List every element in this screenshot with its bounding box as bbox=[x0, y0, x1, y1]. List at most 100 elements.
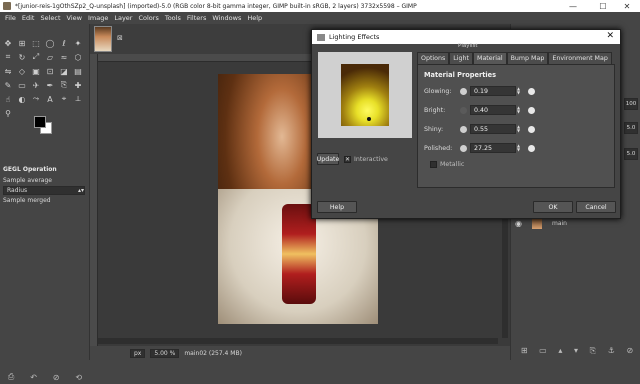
light-source-handle[interactable] bbox=[367, 117, 371, 121]
duplicate-layer-icon[interactable]: ⎘ bbox=[590, 346, 596, 358]
polished-input[interactable]: 27.25 bbox=[470, 143, 516, 153]
shiny-spin-arrows[interactable]: ▲ ▼ bbox=[517, 124, 524, 134]
airbrush-icon[interactable]: ✈ bbox=[31, 80, 41, 90]
gradient-tool-icon[interactable]: ▤ bbox=[73, 66, 83, 76]
foreground-color[interactable] bbox=[34, 116, 46, 128]
ellipse-select-icon[interactable]: ◯ bbox=[45, 38, 55, 48]
shiny-input[interactable]: 0.55 bbox=[470, 124, 516, 134]
smudge-tool-icon[interactable]: ☝ bbox=[3, 94, 13, 104]
perspective-tool-icon[interactable]: ◇ bbox=[17, 66, 27, 76]
sample-merged-row[interactable]: Sample merged bbox=[0, 195, 90, 206]
menu-tools[interactable]: Tools bbox=[162, 14, 184, 22]
dock-value-1[interactable]: 100 bbox=[624, 98, 638, 110]
menu-colors[interactable]: Colors bbox=[135, 14, 161, 22]
dodge-burn-icon[interactable]: ◐ bbox=[17, 94, 27, 104]
tool-options: GEGL Operation Sample average Radius ▴▾ S… bbox=[0, 164, 90, 206]
unit-selector[interactable]: px bbox=[130, 348, 146, 358]
horizontal-scrollbar[interactable] bbox=[98, 338, 498, 344]
menu-help[interactable]: Help bbox=[244, 14, 265, 22]
eraser-icon[interactable]: ▭ bbox=[17, 80, 27, 90]
floating-label: Playlist bbox=[458, 43, 478, 49]
bright-high-icon bbox=[528, 106, 535, 114]
close-image-tab-icon[interactable]: ⊠ bbox=[117, 34, 123, 42]
metallic-check-box[interactable] bbox=[430, 161, 437, 168]
image-tab-thumbnail[interactable] bbox=[94, 26, 112, 52]
update-button[interactable]: Update bbox=[317, 153, 339, 165]
new-layer-icon[interactable]: ⊞ bbox=[521, 346, 528, 358]
delete-layer-icon[interactable]: ⊘ bbox=[626, 346, 633, 358]
polished-spin-arrows[interactable]: ▲ ▼ bbox=[517, 143, 524, 153]
menu-view[interactable]: View bbox=[64, 14, 85, 22]
tab-bump-map[interactable]: Bump Map bbox=[506, 52, 549, 64]
new-group-icon[interactable]: ▭ bbox=[539, 346, 547, 358]
metallic-checkbox[interactable]: Metallic bbox=[430, 161, 464, 168]
lighting-preview[interactable] bbox=[318, 52, 412, 138]
paintbrush-icon[interactable]: ✎ bbox=[3, 80, 13, 90]
interactive-check-icon[interactable]: ✕ bbox=[344, 156, 351, 163]
text-tool-icon[interactable]: A bbox=[45, 94, 55, 104]
menu-windows[interactable]: Windows bbox=[209, 14, 244, 22]
tab-material[interactable]: Material bbox=[473, 52, 507, 64]
glowing-spin-arrows[interactable]: ▲ ▼ bbox=[517, 86, 524, 96]
dock-value-3[interactable]: 5.0 bbox=[624, 148, 638, 160]
align-tool-icon[interactable]: ⊞ bbox=[17, 38, 27, 48]
crop-tool-icon[interactable]: ⌗ bbox=[3, 52, 13, 62]
dock-value-2[interactable]: 5.0 bbox=[624, 122, 638, 134]
minimize-button[interactable]: — bbox=[560, 0, 586, 12]
handle-transform-icon[interactable]: ⊡ bbox=[45, 66, 55, 76]
rect-select-icon[interactable]: ⬚ bbox=[31, 38, 41, 48]
dialog-close-button[interactable]: ✕ bbox=[606, 31, 614, 41]
restore-preset-icon[interactable]: ↶ bbox=[30, 373, 37, 382]
preview-image[interactable] bbox=[341, 64, 389, 126]
lower-layer-icon[interactable]: ▾ bbox=[574, 346, 578, 358]
zoom-selector[interactable]: 5.00 % bbox=[150, 348, 180, 358]
fuzzy-select-icon[interactable]: ✦ bbox=[73, 38, 83, 48]
ok-button[interactable]: OK bbox=[533, 201, 573, 213]
clone-tool-icon[interactable]: ⎘ bbox=[59, 80, 69, 90]
window-titlebar: *[junior-reis-1gOthSZp2_Q-unsplash] (imp… bbox=[0, 0, 640, 12]
delete-preset-icon[interactable]: ⊘ bbox=[53, 373, 60, 382]
tab-environment-map[interactable]: Environment Map bbox=[548, 52, 612, 64]
interactive-checkbox[interactable]: ✕ Interactive bbox=[344, 156, 388, 163]
bright-input[interactable]: 0.40 bbox=[470, 105, 516, 115]
anchor-layer-icon[interactable]: ⚓ bbox=[608, 346, 615, 358]
menu-edit[interactable]: Edit bbox=[19, 14, 38, 22]
reset-options-icon[interactable]: ⟲ bbox=[75, 373, 82, 382]
menu-image[interactable]: Image bbox=[85, 14, 111, 22]
warp-tool-icon[interactable]: ≈ bbox=[59, 52, 69, 62]
ink-tool-icon[interactable]: ✒ bbox=[45, 80, 55, 90]
cage-tool-icon[interactable]: ⬡ bbox=[73, 52, 83, 62]
unified-transform-icon[interactable]: ▣ bbox=[31, 66, 41, 76]
shear-tool-icon[interactable]: ▱ bbox=[45, 52, 55, 62]
color-swatches[interactable] bbox=[34, 116, 54, 136]
rotate-tool-icon[interactable]: ↻ bbox=[17, 52, 27, 62]
menu-filters[interactable]: Filters bbox=[184, 14, 209, 22]
save-preset-icon[interactable]: ⎙ bbox=[8, 372, 14, 382]
menu-layer[interactable]: Layer bbox=[111, 14, 135, 22]
bright-spin-arrows[interactable]: ▲ ▼ bbox=[517, 105, 524, 115]
bucket-fill-icon[interactable]: ◪ bbox=[59, 66, 69, 76]
flip-tool-icon[interactable]: ⇋ bbox=[3, 66, 13, 76]
close-window-button[interactable]: ✕ bbox=[614, 0, 640, 12]
tab-light[interactable]: Light bbox=[449, 52, 474, 64]
measure-tool-icon[interactable]: ⟂ bbox=[73, 94, 83, 104]
radius-field[interactable]: Radius ▴▾ bbox=[3, 186, 85, 195]
maximize-button[interactable]: ☐ bbox=[590, 0, 616, 12]
color-picker-icon[interactable]: ⌖ bbox=[59, 94, 69, 104]
raise-layer-icon[interactable]: ▴ bbox=[558, 346, 562, 358]
glowing-input[interactable]: 0.19 bbox=[470, 86, 516, 96]
paths-tool-icon[interactable]: ⤳ bbox=[31, 94, 41, 104]
free-select-icon[interactable]: ℓ bbox=[59, 38, 69, 48]
heal-tool-icon[interactable]: ✚ bbox=[73, 80, 83, 90]
zoom-tool-icon[interactable]: ⚲ bbox=[3, 108, 13, 118]
cancel-button[interactable]: Cancel bbox=[576, 201, 616, 213]
move-tool-icon[interactable]: ✥ bbox=[3, 38, 13, 48]
tab-options[interactable]: Options bbox=[417, 52, 450, 64]
help-button[interactable]: Help bbox=[317, 201, 357, 213]
scale-tool-icon[interactable]: ⤢ bbox=[31, 52, 41, 62]
spin-arrows-icon[interactable]: ▴▾ bbox=[78, 187, 84, 194]
menu-select[interactable]: Select bbox=[37, 14, 63, 22]
eye-icon[interactable]: ◉ bbox=[515, 219, 522, 228]
menu-file[interactable]: File bbox=[2, 14, 19, 22]
sample-average-row[interactable]: Sample average bbox=[0, 175, 90, 186]
